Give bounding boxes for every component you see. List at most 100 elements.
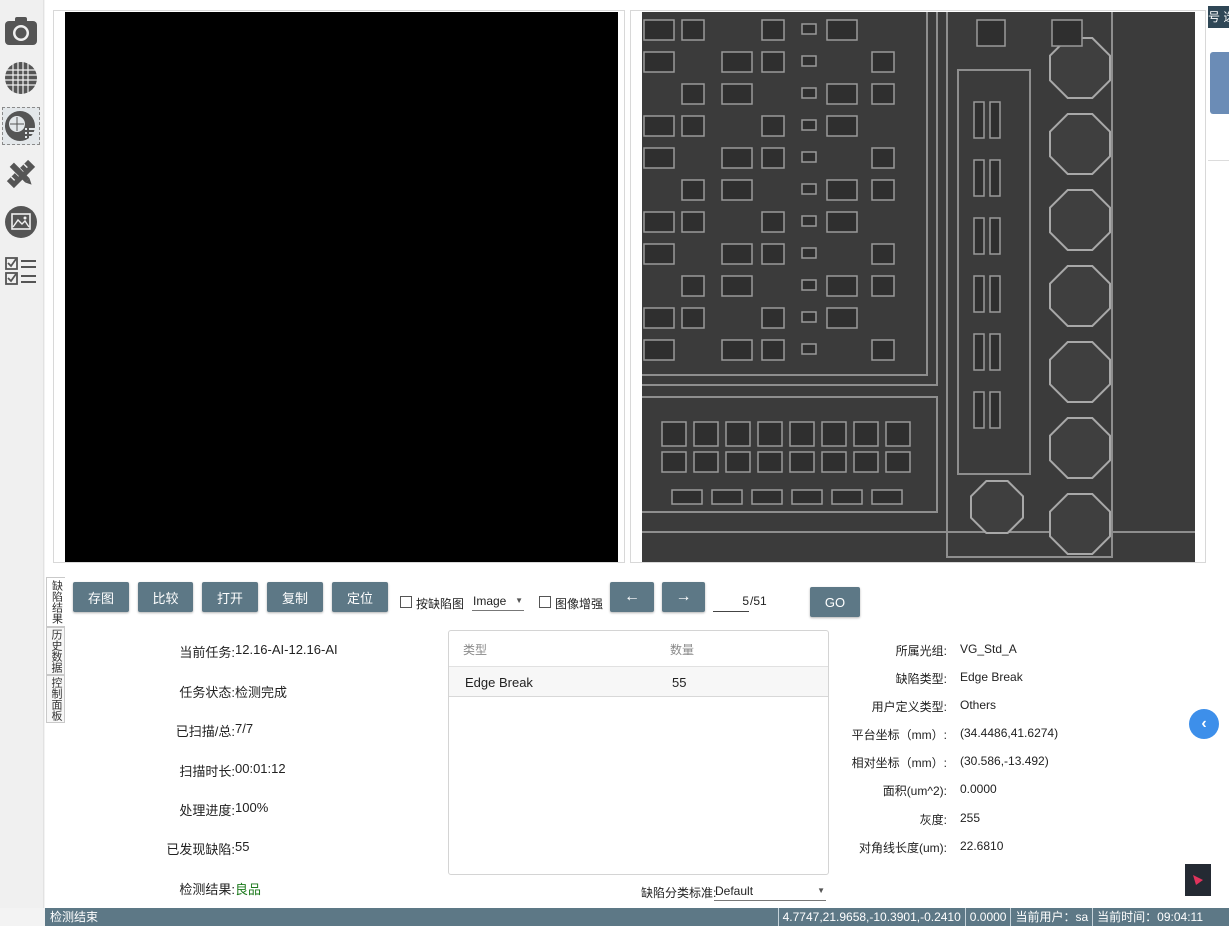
status-right-group: 4.7747,21.9658,-10.3901,-0.2410 0.0000 当… (777, 908, 1207, 926)
wafer-grid-tool[interactable] (2, 59, 40, 97)
area-row: 面积(um^2): (825, 782, 947, 802)
right-side-panel: 号 选 (1208, 0, 1229, 908)
scanned-value: 7/7 (235, 721, 254, 736)
page-total: /51 (750, 594, 767, 608)
image-type-value: Image (473, 593, 507, 608)
checklist-icon (5, 257, 36, 285)
defect-summary-table: 类型 数量 Edge Break 55 (448, 630, 829, 875)
status-coords: 4.7747,21.9658,-10.3901,-0.2410 (777, 908, 965, 926)
stage-coord-label: 平台坐标（mm）: (851, 728, 947, 742)
wafer-map-list-icon (5, 111, 35, 141)
checklist-tool[interactable] (2, 252, 40, 290)
table-header-type: 类型 (463, 643, 488, 657)
classification-standard-value: Default (715, 883, 754, 898)
task-status-value: 检测完成 (235, 685, 288, 700)
caret-down-icon: ▼ (515, 596, 523, 605)
progress-value: 100% (235, 800, 269, 815)
rel-coord-label: 相对坐标（mm）: (851, 756, 947, 770)
group-row: 所属光组: (825, 642, 947, 662)
collapse-panel-button[interactable]: ‹ (1189, 709, 1219, 739)
defects-found-label: 已发现缺陷: (166, 842, 235, 857)
prev-button[interactable]: ← (610, 582, 654, 612)
status-value: 0.0000 (964, 908, 1011, 926)
scan-duration-label: 扫描时长: (179, 764, 235, 779)
reference-image (65, 12, 618, 562)
rel-coord-value: (30.586,-13.492) (960, 754, 1049, 768)
user-type-row: 用户定义类型: (825, 698, 947, 718)
chevron-left-icon: ‹ (1201, 715, 1207, 732)
page-number-input[interactable]: 5 (713, 592, 749, 612)
locate-button[interactable]: 定位 (332, 582, 388, 612)
defect-image-panel[interactable] (630, 10, 1206, 563)
app-logo-icon (1193, 875, 1203, 885)
classification-standard-label: 缺陷分类标准: (641, 886, 717, 900)
scan-duration-row: 扫描时长: (45, 761, 235, 781)
image-enhance-checkbox[interactable] (539, 596, 551, 608)
right-panel-header: 号 选 (1208, 6, 1229, 28)
wafer-map-list-tool[interactable] (2, 107, 40, 145)
ruler-pencil-icon (6, 159, 36, 189)
stage-coord-value: (34.4486,41.6274) (960, 726, 1059, 740)
classification-standard-select[interactable]: Default ▼ (714, 881, 826, 901)
result-label: 检测结果: (179, 882, 235, 897)
defect-type-value: Edge Break (960, 670, 1023, 684)
result-row: 检测结果: (45, 879, 235, 899)
gray-row: 灰度: (825, 811, 947, 831)
gray-label: 灰度: (919, 813, 947, 827)
task-status-label: 任务状态: (179, 685, 235, 700)
defects-found-row: 已发现缺陷: (45, 839, 235, 859)
copy-button[interactable]: 复制 (267, 582, 323, 612)
defect-image (642, 12, 1195, 562)
save-image-button[interactable]: 存图 (73, 582, 129, 612)
tab-defect-results[interactable]: 缺陷结果 (46, 577, 65, 627)
by-defect-image-label: 按缺陷图 (416, 597, 465, 611)
diag-value: 22.6810 (960, 839, 1004, 853)
camera-tool[interactable] (2, 12, 40, 50)
compare-button[interactable]: 比较 (138, 582, 193, 612)
task-status-row: 任务状态: (45, 682, 235, 702)
status-time: 当前时间：09:04:11 (1092, 908, 1207, 926)
area-value: 0.0000 (960, 782, 997, 796)
status-message: 检测结束 (50, 910, 99, 924)
progress-row: 处理进度: (45, 800, 235, 820)
table-row[interactable]: Edge Break 55 (449, 667, 828, 697)
corner-app-button[interactable] (1185, 864, 1211, 896)
table-cell-count: 55 (672, 675, 687, 690)
user-type-label: 用户定义类型: (871, 700, 947, 714)
left-toolbar (0, 0, 44, 908)
next-button[interactable]: → (662, 582, 705, 612)
diag-row: 对角线长度(um): (825, 839, 947, 859)
go-button[interactable]: GO (810, 587, 860, 617)
rel-coord-row: 相对坐标（mm）: (825, 754, 947, 774)
scan-duration-value: 00:01:12 (235, 761, 286, 776)
open-button[interactable]: 打开 (202, 582, 258, 612)
current-task-row: 当前任务: (45, 642, 235, 662)
image-enhance-label: 图像增强 (555, 597, 604, 611)
by-defect-image-checkbox[interactable] (400, 596, 412, 608)
right-panel-divider (1208, 160, 1229, 161)
progress-label: 处理进度: (179, 803, 235, 818)
ruler-pencil-tool[interactable] (2, 155, 40, 193)
image-frame-tool[interactable] (2, 203, 40, 241)
table-header-count: 数量 (670, 643, 695, 657)
scanned-label: 已扫描/总: (175, 724, 235, 739)
image-frame-icon (5, 206, 37, 238)
user-type-value: Others (960, 698, 997, 712)
reference-image-panel[interactable] (53, 10, 625, 563)
area-label: 面积(um^2): (882, 784, 947, 798)
defect-type-label: 缺陷类型: (895, 672, 947, 686)
defect-type-row: 缺陷类型: (825, 670, 947, 690)
gray-value: 255 (960, 811, 981, 825)
status-bar: 检测结束 4.7747,21.9658,-10.3901,-0.2410 0.0… (45, 908, 1229, 926)
stage-coord-row: 平台坐标（mm）: (825, 726, 947, 746)
current-task-value: 12.16-AI-12.16-AI (235, 642, 338, 657)
right-panel-tab[interactable] (1210, 52, 1229, 114)
table-cell-type: Edge Break (465, 675, 533, 690)
scanned-row: 已扫描/总: (45, 721, 235, 741)
group-label: 所属光组: (895, 644, 947, 658)
caret-down-icon: ▼ (817, 886, 825, 895)
diag-label: 对角线长度(um): (859, 841, 947, 855)
image-type-select[interactable]: Image ▼ (472, 591, 524, 611)
defects-found-value: 55 (235, 839, 250, 854)
main-area: 号 选 ‹ 缺陷结果 历史数据 控制面板 存图 比较 打开 复制 定位 按缺陷图… (45, 0, 1229, 908)
